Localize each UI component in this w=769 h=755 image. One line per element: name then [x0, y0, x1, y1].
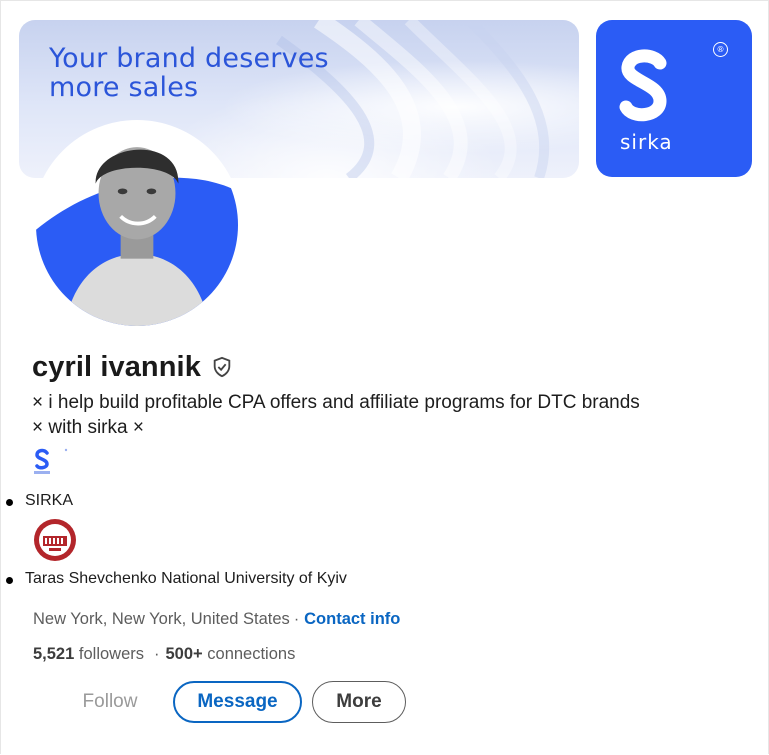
headline-line-2: × with sirka ×	[32, 417, 144, 438]
profile-headline: × i help build profitable CPA offers and…	[32, 390, 752, 440]
sirka-s-logo-icon	[619, 49, 667, 122]
profile-photo	[36, 124, 238, 326]
network-stats: 5,521 followers · 500+ connections	[33, 645, 295, 664]
bullet	[6, 498, 13, 506]
separator-dot: ·	[293, 610, 300, 628]
headline-line-1: × i help build profitable CPA offers and…	[32, 392, 640, 413]
registered-mark-icon: ®	[713, 42, 728, 57]
connections-label[interactable]: connections	[207, 645, 295, 664]
name-row: cyril ivannik	[32, 349, 233, 385]
followers-count[interactable]: 5,521	[33, 645, 74, 664]
profile-name: cyril ivannik	[32, 350, 201, 383]
location-text: New York, New York, United States	[33, 610, 290, 628]
follow-button[interactable]: Follow	[66, 681, 154, 723]
banner-headline: Your brand deserves more sales	[49, 43, 329, 103]
profile-avatar[interactable]	[32, 120, 242, 330]
experience-label: SIRKA	[25, 492, 74, 509]
separator-dot: ·	[154, 645, 160, 663]
sirka-wordmark: sirka	[620, 130, 673, 154]
contact-info-link[interactable]: Contact info	[304, 610, 400, 629]
followers-label[interactable]: followers	[79, 645, 144, 664]
sirka-brand-tile: sirka ®	[596, 20, 752, 177]
message-button[interactable]: Message	[173, 681, 302, 723]
connections-count[interactable]: 500+	[166, 645, 203, 664]
education-item-university[interactable]: Taras Shevchenko National University of …	[6, 570, 347, 588]
more-button[interactable]: More	[312, 681, 406, 723]
education-label: Taras Shevchenko National University of …	[25, 570, 347, 587]
verified-shield-icon[interactable]	[211, 356, 233, 378]
location-row: New York, New York, United States · Cont…	[33, 610, 400, 629]
bullet	[6, 576, 13, 584]
sirka-company-logo-icon[interactable]	[33, 447, 73, 475]
experience-item-sirka[interactable]: SIRKA	[6, 492, 73, 510]
university-logo-icon[interactable]	[33, 518, 77, 562]
